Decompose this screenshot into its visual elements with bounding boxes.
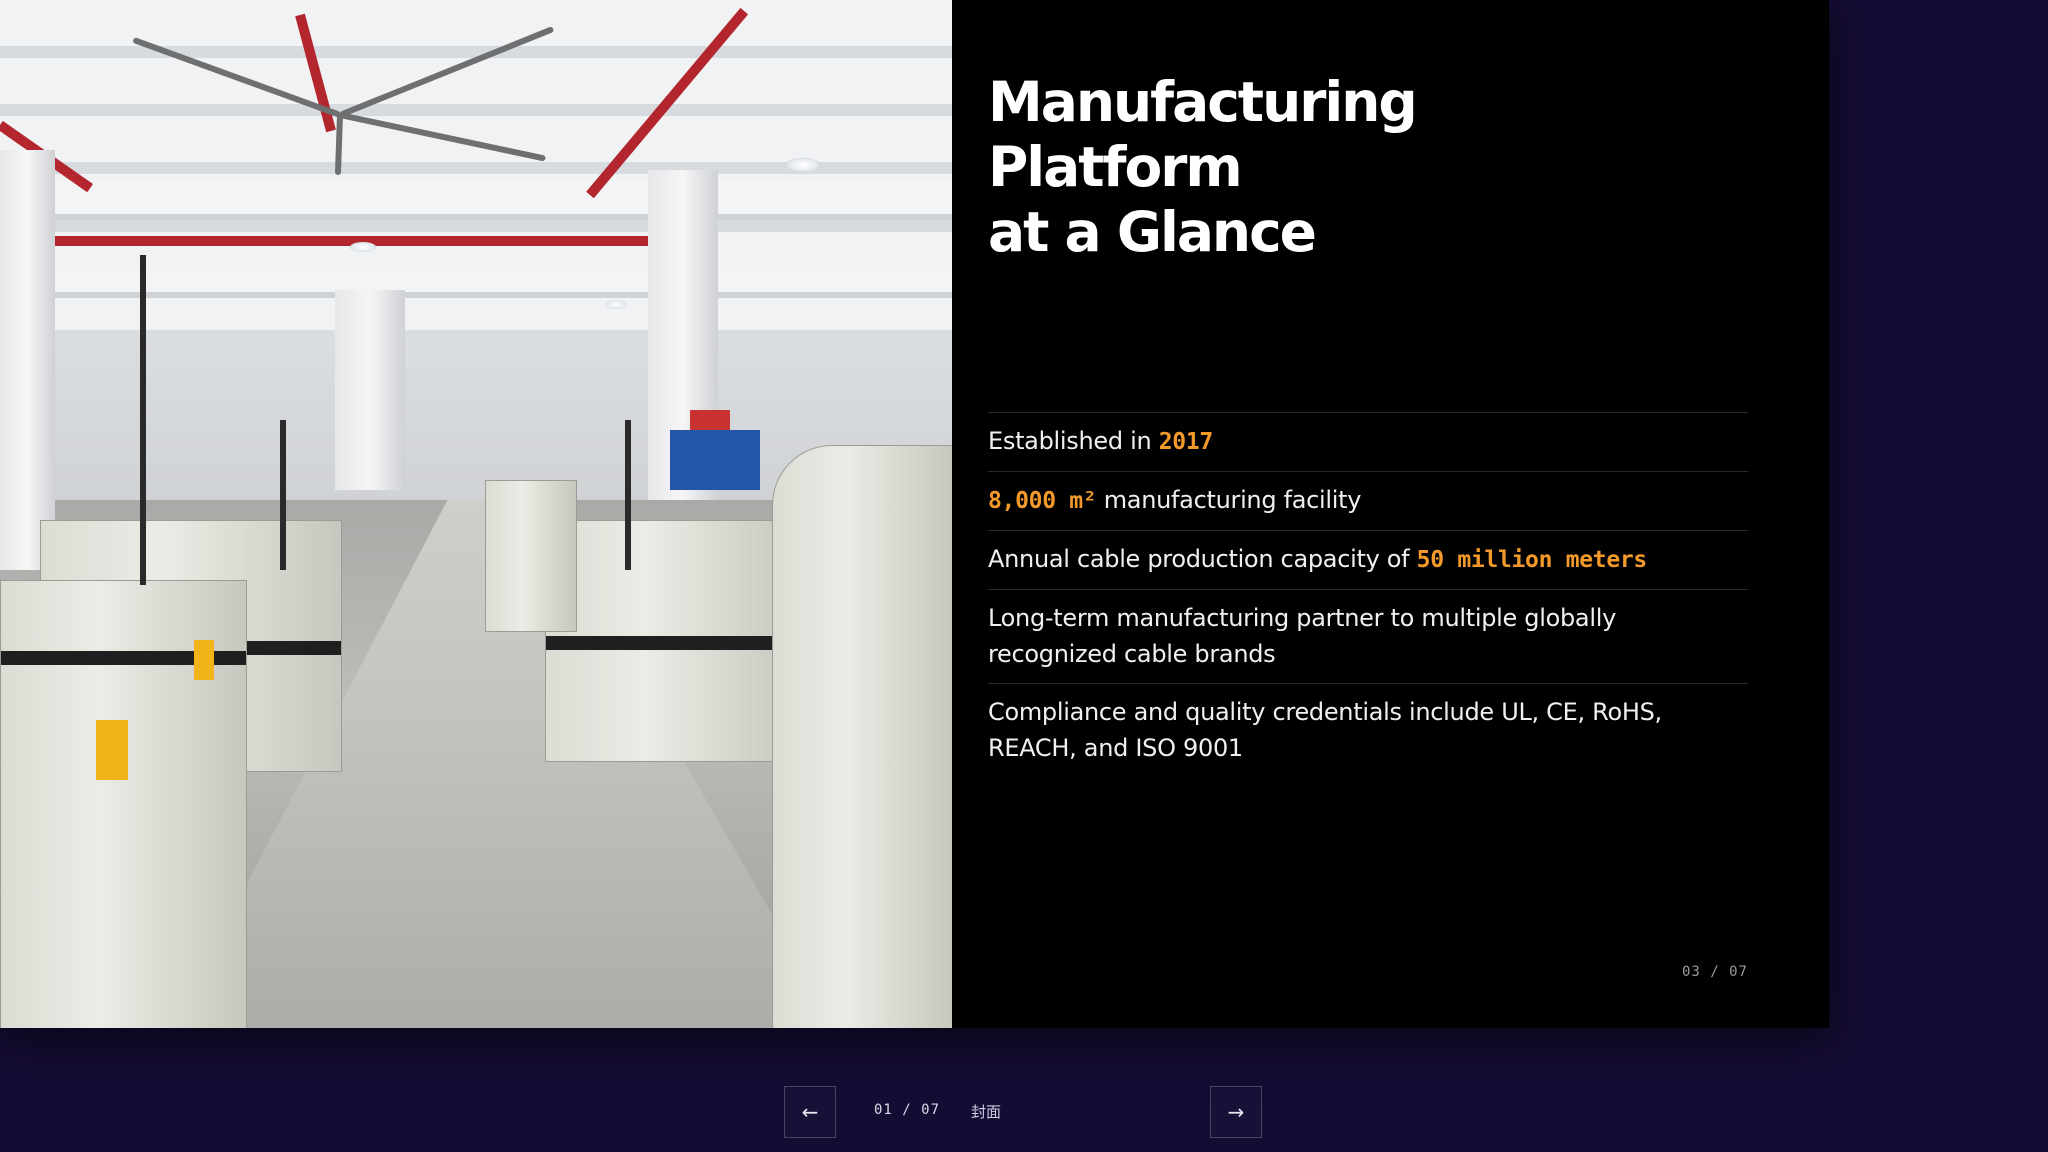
photo-rail bbox=[140, 255, 146, 585]
fact-text: Established in bbox=[988, 427, 1159, 455]
fact-established: Established in 2017 bbox=[988, 413, 1748, 472]
fact-capacity: Annual cable production capacity of 50 m… bbox=[988, 531, 1748, 590]
photo-red-crate bbox=[690, 410, 730, 430]
slide-page-indicator: 03 / 07 bbox=[1681, 964, 1748, 980]
photo-beam bbox=[0, 180, 952, 220]
slide-title-line: Manufacturing bbox=[988, 70, 1418, 134]
arrow-right-icon: → bbox=[1227, 1100, 1245, 1124]
next-slide-button[interactable]: → bbox=[1210, 1086, 1262, 1138]
slide-counter: 01 / 07 bbox=[874, 1102, 941, 1118]
photo-column bbox=[0, 150, 55, 570]
photo-lamp bbox=[786, 158, 820, 172]
photo-warning-label bbox=[194, 640, 214, 680]
fact-text: Annual cable production capacity of bbox=[988, 545, 1417, 573]
slide-section-label: 封面 bbox=[971, 1103, 1002, 1121]
slide-title-line: Platform bbox=[988, 135, 1243, 199]
photo-lamp bbox=[605, 300, 627, 309]
photo-warning-label bbox=[96, 720, 128, 780]
photo-machine bbox=[772, 445, 952, 1028]
slide-title: Manufacturing Platform at a Glance bbox=[988, 70, 1418, 265]
fact-text: manufacturing facility bbox=[1096, 486, 1362, 514]
fact-highlight: 50 million meters bbox=[1416, 547, 1648, 573]
fact-text: Compliance and quality credentials inclu… bbox=[988, 698, 1662, 762]
photo-rail bbox=[280, 420, 286, 570]
arrow-left-icon: ← bbox=[801, 1100, 819, 1124]
photo-column bbox=[335, 290, 405, 490]
slide: Manufacturing Platform at a Glance Estab… bbox=[0, 0, 1829, 1028]
photo-machine bbox=[485, 480, 577, 632]
slide-title-line: at a Glance bbox=[988, 200, 1317, 264]
factory-photo bbox=[0, 0, 952, 1028]
fact-compliance: Compliance and quality credentials inclu… bbox=[988, 684, 1748, 777]
fact-highlight: 2017 bbox=[1158, 429, 1214, 455]
photo-machine bbox=[545, 520, 797, 762]
fact-text: Long-term manufacturing partner to multi… bbox=[988, 604, 1616, 668]
photo-beam bbox=[40, 270, 952, 298]
facts-list: Established in 2017 8,000 m² manufacturi… bbox=[988, 412, 1748, 777]
fact-facility: 8,000 m² manufacturing facility bbox=[988, 472, 1748, 531]
fact-partner: Long-term manufacturing partner to multi… bbox=[988, 590, 1748, 684]
photo-rail bbox=[625, 420, 631, 570]
prev-slide-button[interactable]: ← bbox=[784, 1086, 836, 1138]
content-panel: Manufacturing Platform at a Glance Estab… bbox=[988, 0, 1748, 1028]
slide-navigation: ← 01 / 07 封面 → bbox=[784, 1086, 1264, 1138]
photo-blue-crate bbox=[670, 430, 760, 490]
photo-lamp bbox=[350, 242, 376, 252]
fact-highlight: 8,000 m² bbox=[988, 488, 1097, 514]
